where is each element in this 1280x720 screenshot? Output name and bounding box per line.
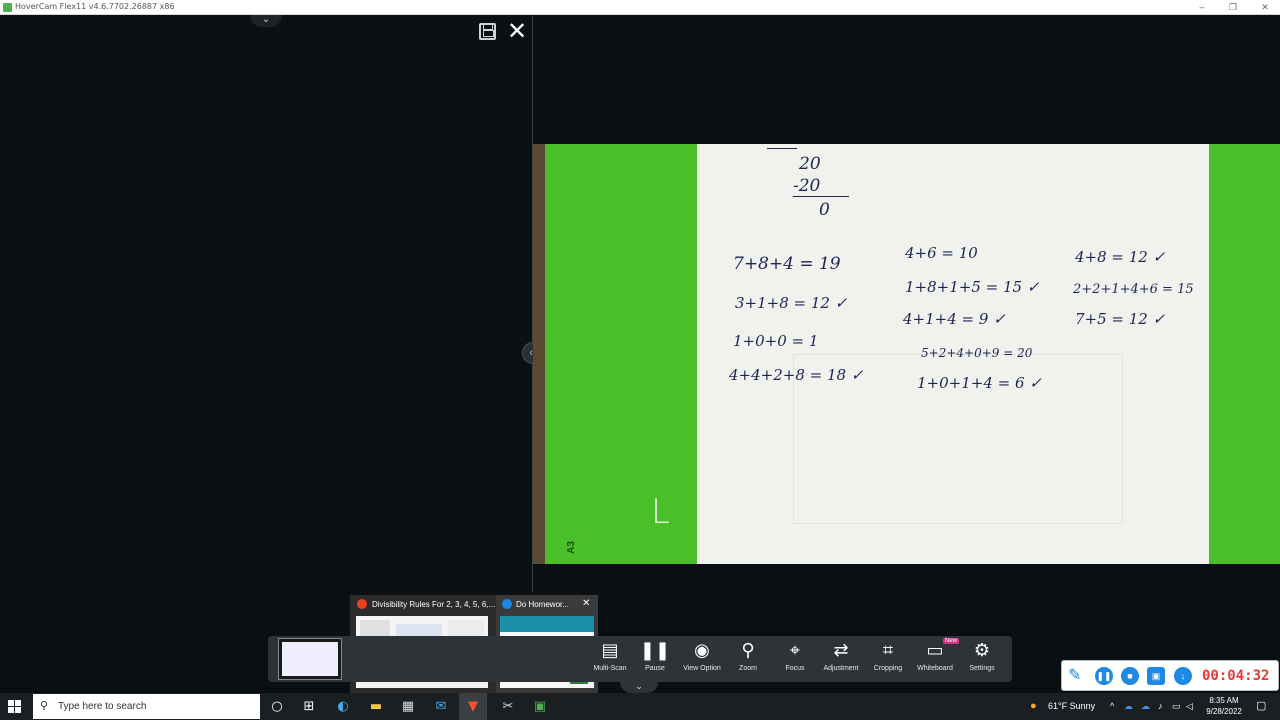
- tray-chevron-icon[interactable]: ^: [1110, 693, 1114, 720]
- minimize-button[interactable]: –: [1194, 1, 1210, 13]
- handwriting: 20: [799, 154, 821, 174]
- left-preview-panel: [0, 16, 532, 592]
- record-download-button[interactable]: ↓: [1174, 667, 1192, 685]
- subtraction-bar: [793, 196, 849, 197]
- window-title: HoverCam Flex11 v4.6.7702.26887 x86: [15, 2, 175, 11]
- title-bar: HoverCam Flex11 v4.6.7702.26887 x86 – ❐ …: [0, 0, 1280, 15]
- browser-icon: [502, 599, 512, 609]
- handwriting: 4+6 = 10: [905, 244, 978, 262]
- search-placeholder: Type here to search: [58, 701, 147, 712]
- handwriting: 2+2+1+4+6 = 15: [1073, 282, 1194, 297]
- onedrive-icon-2[interactable]: ☁: [1141, 693, 1150, 720]
- notification-icon[interactable]: ▢: [1256, 693, 1266, 720]
- pencil-icon[interactable]: ✎: [1068, 665, 1081, 684]
- worksheet-paper: 20 -20 0 7+8+4 = 19 3+1+8 = 12 ✓ 1+0+0 =…: [697, 144, 1209, 564]
- edge-icon[interactable]: ◐: [332, 697, 354, 716]
- hovercam-window: HoverCam Flex11 v4.6.7702.26887 x86 – ❐ …: [0, 0, 1280, 720]
- file-explorer-icon[interactable]: ▬: [365, 697, 387, 716]
- weather-sun-icon: ●: [1030, 700, 1037, 712]
- record-stop-button[interactable]: ■: [1121, 667, 1139, 685]
- volume-icon[interactable]: ◁: [1186, 693, 1193, 720]
- settings-button[interactable]: ⚙ Settings: [954, 640, 1010, 680]
- handwriting: 0: [819, 200, 830, 220]
- cortana-icon[interactable]: ○: [266, 697, 288, 716]
- preview-title: Divisibility Rules For 2, 3, 4, 5, 6,...: [372, 600, 496, 609]
- clock-date: 9/28/2022: [1206, 707, 1242, 716]
- preview-close-icon[interactable]: ✕: [582, 598, 590, 609]
- store-icon[interactable]: ▦: [397, 697, 419, 716]
- handwriting: 3+1+8 = 12 ✓: [735, 294, 848, 312]
- clock-time: 8:35 AM: [1209, 696, 1239, 705]
- handwriting: 7+5 = 12 ✓: [1075, 310, 1166, 328]
- handwriting: 1+0+1+4 = 6 ✓: [917, 374, 1042, 392]
- hovercam-taskbar-icon[interactable]: ▣: [529, 697, 551, 716]
- network-icon[interactable]: ▭: [1172, 693, 1181, 720]
- handwriting: 4+8 = 12 ✓: [1075, 248, 1166, 266]
- record-save-button[interactable]: ▣: [1147, 667, 1165, 685]
- task-view-icon[interactable]: ⊞: [298, 697, 320, 716]
- brave-icon[interactable]: ▼: [462, 697, 484, 716]
- toolbar-label: Settings: [969, 665, 995, 672]
- thumbnail-screen: [282, 642, 338, 676]
- taskbar-search-box[interactable]: ⚲ Type here to search: [33, 694, 260, 719]
- hovercam-toolbar: ▤ Multi-Scan ❚❚ Pause ◉ View Option ⚲ Zo…: [268, 636, 1012, 682]
- onedrive-icon[interactable]: ☁: [1124, 693, 1133, 720]
- windows-taskbar: ⚲ Type here to search ○ ⊞ ◐ ▬ ▦ ✉ ▼ ✂ ▣ …: [0, 693, 1280, 720]
- desk-edge: [533, 144, 545, 564]
- snipping-tool-icon[interactable]: ✂: [497, 697, 519, 716]
- desk-mark-l: L: [651, 492, 670, 532]
- handwriting: 7+8+4 = 19: [733, 254, 841, 274]
- mail-icon[interactable]: ✉: [430, 697, 452, 716]
- record-pause-button[interactable]: ❚❚: [1095, 667, 1113, 685]
- app-icon: [3, 3, 12, 12]
- handwriting: 1+8+1+5 = 15 ✓: [905, 278, 1040, 296]
- save-icon[interactable]: [479, 23, 496, 40]
- handwriting: 4+1+4 = 9 ✓: [903, 310, 1006, 328]
- gear-icon: ⚙: [973, 640, 991, 661]
- close-icon[interactable]: ✕: [506, 19, 528, 43]
- camera-live-view: 20 -20 0 7+8+4 = 19 3+1+8 = 12 ✓ 1+0+0 =…: [533, 144, 1280, 564]
- desk-mark-a3: A3: [565, 541, 577, 554]
- microphone-icon[interactable]: ♪: [1158, 693, 1163, 720]
- handwriting: 1+0+0 = 1: [733, 332, 819, 350]
- division-bar: [767, 148, 797, 149]
- handwriting: 4+4+2+8 = 18 ✓: [729, 366, 864, 384]
- bottom-collapse-handle[interactable]: ⌄: [620, 682, 658, 693]
- handwriting: 5+2+4+0+9 = 20: [921, 346, 1033, 360]
- recording-panel: ✎ ❚❚ ■ ▣ ↓ 00:04:32: [1061, 660, 1279, 691]
- recording-timer: 00:04:32: [1202, 668, 1270, 684]
- restore-button[interactable]: ❐: [1225, 1, 1241, 13]
- weather-text[interactable]: 61°F Sunny: [1048, 693, 1095, 720]
- preview-title: Do Homewor...: [516, 600, 569, 609]
- browser-icon: [357, 599, 367, 609]
- search-icon: ⚲: [40, 699, 49, 712]
- windows-start-icon[interactable]: [8, 700, 21, 713]
- system-clock[interactable]: 8:35 AM 9/28/2022: [1200, 695, 1248, 717]
- handwriting: -20: [793, 176, 821, 196]
- window-close-button[interactable]: ✕: [1257, 1, 1273, 13]
- camera-thumbnail[interactable]: [278, 638, 342, 680]
